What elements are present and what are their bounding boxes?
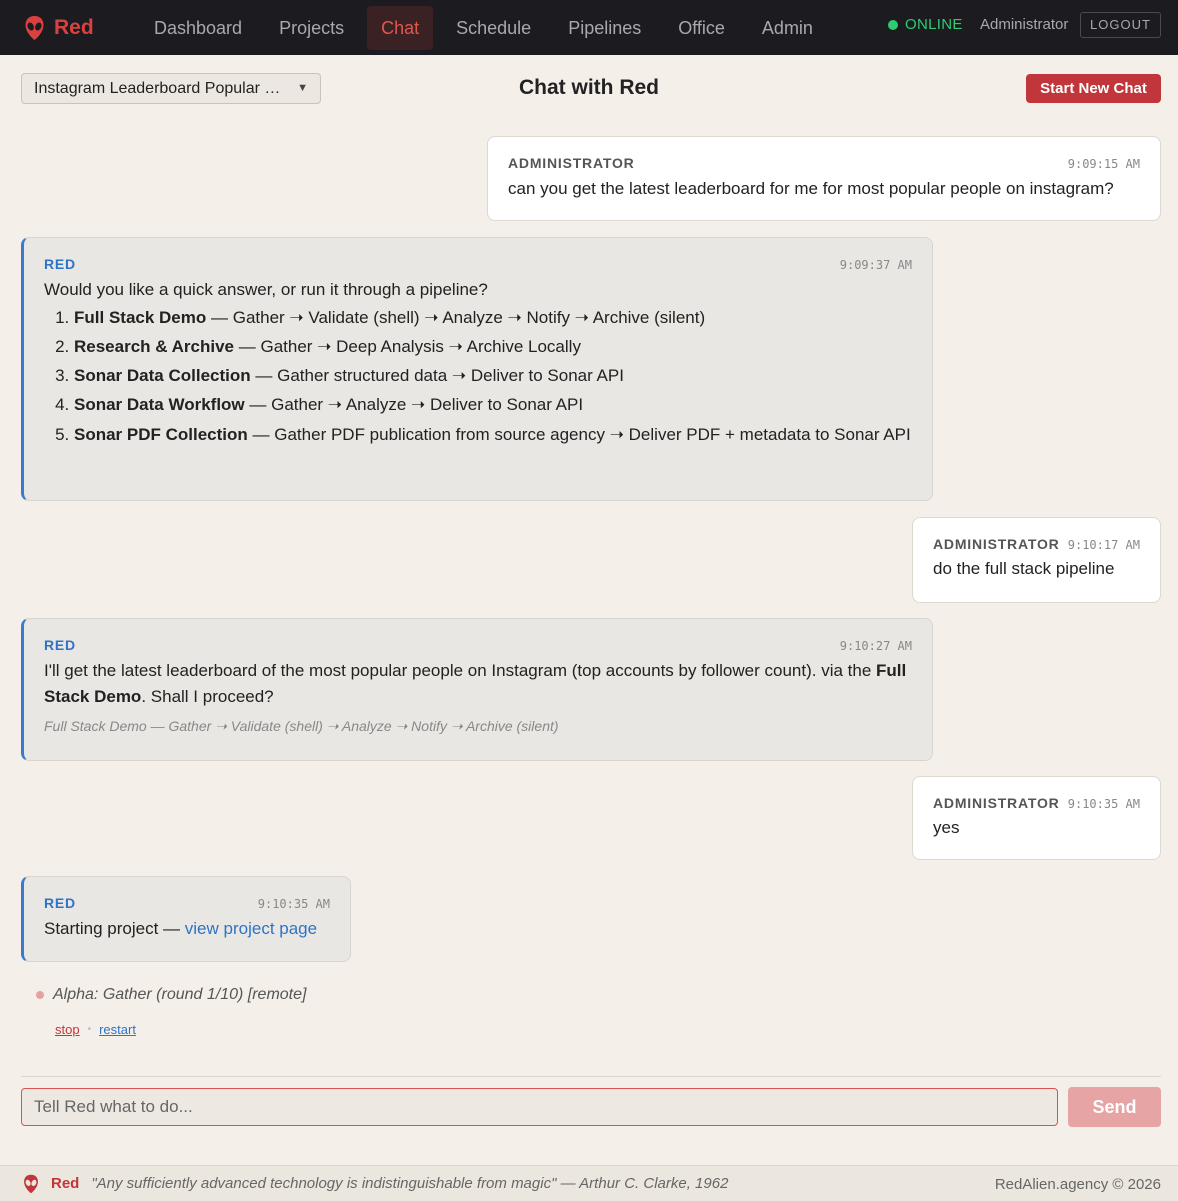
footer: Red "Any sufficiently advanced technolog… (0, 1165, 1178, 1201)
message-text-start: Starting project — (44, 919, 185, 938)
message-text: do the full stack pipeline (933, 559, 1115, 578)
message-author: ADMINISTRATOR (933, 795, 1060, 811)
pipeline-option: Full Stack Demo — Gather ➝ Validate (she… (74, 303, 912, 332)
nav-projects[interactable]: Projects (265, 6, 358, 50)
pipeline-options-list: Full Stack Demo — Gather ➝ Validate (she… (44, 303, 912, 448)
chat-message-bot: RED 9:10:35 AM Starting project — view p… (21, 876, 351, 962)
message-time: 9:10:35 AM (1067, 797, 1140, 811)
message-time: 9:09:37 AM (839, 258, 912, 272)
chat-message-user: ADMINISTRATOR 9:10:35 AM yes (912, 776, 1161, 860)
pipeline-option: Sonar Data Collection — Gather structure… (74, 361, 912, 390)
message-author: RED (44, 895, 76, 911)
alien-head-icon (25, 15, 44, 40)
view-project-link[interactable]: view project page (185, 919, 317, 938)
pipeline-option-name: Full Stack Demo (74, 308, 207, 327)
message-author: RED (44, 637, 76, 653)
send-button[interactable]: Send (1068, 1087, 1161, 1127)
pipeline-option-steps: — Gather PDF publication from source age… (252, 425, 911, 444)
nav-dashboard[interactable]: Dashboard (140, 6, 256, 50)
message-text: yes (933, 818, 960, 837)
brand-logo[interactable]: Red (24, 15, 140, 41)
chat-message-user: ADMINISTRATOR 9:09:15 AM can you get the… (487, 136, 1161, 221)
pipeline-progress: Alpha: Gather (round 1/10) [remote] (36, 986, 306, 1004)
pipeline-option-steps: — Gather ➝ Validate (shell) ➝ Analyze ➝ … (211, 308, 706, 327)
divider (21, 1076, 1161, 1077)
separator-dot: • (87, 1024, 92, 1035)
nav-chat[interactable]: Chat (367, 5, 434, 50)
chat-session-value: Instagram Leaderboard Popular People (34, 80, 315, 97)
progress-dot-icon (36, 991, 44, 999)
pipeline-option: Sonar PDF Collection — Gather PDF public… (74, 421, 912, 448)
message-text: I'll get the latest leaderboard of the m… (44, 658, 912, 710)
pipeline-option-steps: — Gather structured data ➝ Deliver to So… (255, 366, 624, 385)
pipeline-option-name: Sonar PDF Collection (74, 425, 248, 444)
chat-session-select[interactable]: Instagram Leaderboard Popular People ▼ (21, 73, 321, 104)
progress-actions: stop • restart (55, 1022, 136, 1037)
chat-input[interactable] (21, 1088, 1058, 1126)
alien-head-icon (24, 1174, 38, 1193)
nav-office[interactable]: Office (664, 6, 739, 50)
footer-quote: "Any sufficiently advanced technology is… (91, 1175, 729, 1192)
start-new-chat-button[interactable]: Start New Chat (1026, 74, 1161, 103)
footer-brand: Red (23, 1174, 79, 1194)
pipeline-option-name: Sonar Data Workflow (74, 395, 245, 414)
chat-message-bot: RED 9:09:37 AM Would you like a quick an… (21, 237, 933, 501)
message-time: 9:09:15 AM (1067, 157, 1140, 171)
message-text: Starting project — view project page (44, 916, 330, 942)
nav-pipelines[interactable]: Pipelines (554, 6, 655, 50)
pipeline-option-steps: — Gather ➝ Analyze ➝ Deliver to Sonar AP… (249, 395, 584, 414)
footer-copyright: RedAlien.agency © 2026 (994, 1176, 1161, 1193)
brand-name: Red (54, 15, 94, 39)
message-time: 9:10:27 AM (839, 639, 912, 653)
current-user: Administrator (980, 16, 1069, 33)
pipeline-option-name: Research & Archive (74, 337, 235, 356)
status-dot-icon (888, 19, 898, 30)
message-text-start: I'll get the latest leaderboard of the m… (44, 661, 877, 680)
stop-link[interactable]: stop (55, 1022, 80, 1037)
message-time: 9:10:17 AM (1067, 538, 1140, 552)
status-text: ONLINE (905, 16, 963, 33)
pipeline-option: Research & Archive — Gather ➝ Deep Analy… (74, 332, 912, 361)
progress-text: Alpha: Gather (round 1/10) [remote] (53, 986, 307, 1003)
chevron-down-icon: ▼ (297, 82, 308, 94)
pipeline-option: Sonar Data Workflow — Gather ➝ Analyze ➝… (74, 390, 912, 419)
message-time: 9:10:35 AM (257, 897, 330, 911)
online-status: ONLINE (888, 16, 963, 33)
pipeline-option-name: Sonar Data Collection (74, 366, 251, 385)
pipeline-option-steps: — Gather ➝ Deep Analysis ➝ Archive Local… (238, 337, 581, 356)
footer-brand-name: Red (51, 1175, 80, 1192)
main-nav: Dashboard Projects Chat Schedule Pipelin… (140, 5, 836, 50)
pipeline-steps-note: Full Stack Demo — Gather ➝ Validate (she… (44, 718, 559, 734)
logout-button[interactable]: LOGOUT (1080, 12, 1161, 38)
message-author: ADMINISTRATOR (508, 155, 635, 171)
nav-schedule[interactable]: Schedule (442, 6, 545, 50)
nav-admin[interactable]: Admin (748, 6, 827, 50)
chat-message-bot: RED 9:10:27 AM I'll get the latest leade… (21, 618, 933, 761)
message-text: can you get the latest leaderboard for m… (508, 179, 1114, 198)
message-author: ADMINISTRATOR (933, 536, 1060, 552)
chat-message-user: ADMINISTRATOR 9:10:17 AM do the full sta… (912, 517, 1161, 603)
message-author: RED (44, 256, 76, 272)
message-text-end: . Shall I proceed? (141, 687, 274, 706)
top-nav-bar: Red Dashboard Projects Chat Schedule Pip… (0, 0, 1178, 55)
restart-link[interactable]: restart (99, 1022, 136, 1037)
message-text: Would you like a quick answer, or run it… (44, 280, 488, 299)
